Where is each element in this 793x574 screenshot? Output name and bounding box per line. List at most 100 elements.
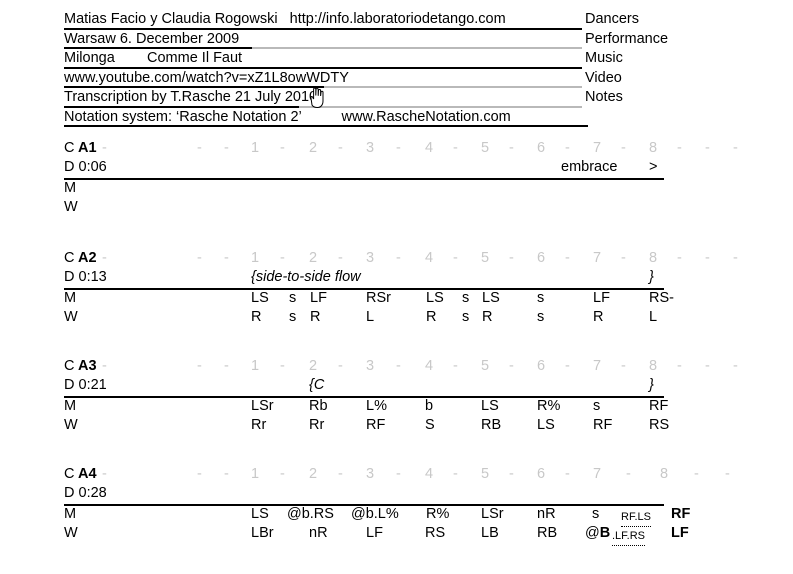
step-token: RS [649, 417, 670, 433]
header-row-music: Milonga Comme Il Faut Music [64, 50, 684, 70]
header-label-music: Music [585, 50, 623, 66]
step-token: s [289, 309, 297, 325]
header-notation-system-text[interactable]: Notation system: ‘Rasche Notation 2’ www… [64, 109, 511, 126]
measure-id-a4: A4 [78, 466, 97, 482]
ruler-trail-dash: - [705, 358, 710, 374]
header-video-url[interactable]: www.youtube.com/watch?v=xZ1L8owWDTY [64, 70, 349, 87]
step-token: LS [251, 506, 269, 522]
ruler-beat-8: 8 [649, 250, 658, 266]
ruler-trail-dash: - [733, 140, 738, 156]
measure-ruler-a2: C A2- - -1-2-3-4-5-6-7-8- - - [64, 250, 738, 269]
ruler-beat-5: 5 [481, 358, 490, 374]
step-token: R [593, 309, 604, 325]
ruler-trail-dash: - [705, 250, 710, 266]
duration-timestamp-a2: D 0:13 [64, 269, 107, 285]
ruler-dash: - [565, 250, 570, 266]
annotation: } [649, 269, 654, 285]
step-token: RF [366, 417, 386, 433]
ruler-beat-1: 1 [251, 358, 260, 374]
ruler-beat-1: 1 [251, 250, 260, 266]
step-token: LF [671, 525, 689, 541]
ruler-trail-dash: - [733, 250, 738, 266]
ruler-beat-8: 8 [649, 140, 658, 156]
step-token: .LF.RS [612, 528, 646, 546]
ruler-beat-7: 7 [593, 250, 602, 266]
ruler-dash: - [280, 358, 285, 374]
step-token: R [426, 309, 437, 325]
ruler-beat-6: 6 [537, 358, 546, 374]
count-label: C [64, 466, 75, 482]
step-token: s [462, 309, 470, 325]
step-token: RB [537, 525, 558, 541]
ruler-dash: - [280, 250, 285, 266]
man-row-a1: M [64, 180, 724, 199]
woman-row-a2: WRsRLRsRsRL [64, 309, 724, 328]
header-music-text: Milonga Comme Il Faut [64, 50, 243, 66]
step-token: RSr [366, 290, 391, 306]
ruler-beat-4: 4 [425, 466, 434, 482]
ruler-beat-3: 3 [366, 358, 375, 374]
ruler-dash: - [565, 466, 570, 482]
step-token: s [462, 290, 470, 306]
ruler-dash: - [396, 358, 401, 374]
header-rule-4a [64, 86, 324, 88]
ruler-beat-1: 1 [251, 466, 260, 482]
step-token: R [310, 309, 321, 325]
ruler-lead-dash: - [197, 140, 202, 156]
ruler-trail-dash: - [733, 358, 738, 374]
ruler-trail-dash: - [725, 466, 730, 482]
step-token: LS [481, 398, 499, 414]
ruler-beat-8: 8 [660, 466, 669, 482]
duration-line-a1: D 0:06 embrace > [64, 159, 724, 180]
step-token: LF [593, 290, 610, 306]
man-row-label: M [64, 398, 77, 414]
measure-ruler-a4: C A4- - -1-2-3-4-5-6-7-8- - [64, 466, 730, 485]
header-row-notes: Transcription by T.Rasche 21 July 2010 N… [64, 89, 684, 109]
dancers-url[interactable]: http://info.laboratoriodetango.com [278, 11, 506, 27]
ruler-lead-dash: - [197, 466, 202, 482]
step-token: RB [481, 417, 502, 433]
measure-ruler-a3: C A3- - -1-2-3-4-5-6-7-8- - - [64, 358, 738, 377]
ruler-dash: - [396, 140, 401, 156]
ruler-dash: - [509, 250, 514, 266]
ruler-dash: - [621, 250, 626, 266]
ruler-beat-6: 6 [537, 466, 546, 482]
ruler-dash: - [509, 358, 514, 374]
ruler-beat-6: 6 [537, 140, 546, 156]
count-label: C [64, 140, 75, 156]
ruler-lead-dash: - [102, 466, 107, 482]
ruler-beat-3: 3 [366, 250, 375, 266]
ruler-dash: - [621, 358, 626, 374]
duration-timestamp-a1: D 0:06 [64, 159, 107, 175]
ruler-beat-5: 5 [481, 466, 490, 482]
header-rule-5b [299, 105, 582, 108]
ruler-beat-3: 3 [366, 140, 375, 156]
ruler-dash: - [621, 140, 626, 156]
header-label-dancers: Dancers [585, 11, 639, 27]
ruler-lead-dash: - [224, 466, 229, 482]
annotation: > [649, 159, 658, 175]
step-token: @B [585, 525, 611, 541]
ruler-dash: - [453, 466, 458, 482]
step-token: LBr [251, 525, 274, 541]
man-row-a4: M LS @b.RS @b.L% R% LSr nR s RF.LS RF [64, 506, 724, 527]
man-row-a3: M LSr Rb L% b LS R% s RF [64, 398, 724, 417]
duration-timestamp-a3: D 0:21 [64, 377, 107, 393]
header-dancers-text: Matias Facio y Claudia Rogowski http://i… [64, 11, 506, 28]
ruler-dash: - [338, 250, 343, 266]
step-token: s [289, 290, 297, 306]
step-token: Rr [309, 417, 325, 433]
ruler-dash: - [509, 466, 514, 482]
step-token: s [592, 506, 600, 522]
ruler-lead-dash: - [102, 250, 107, 266]
woman-row-label: W [64, 309, 78, 325]
ruler-trail-dash: - [705, 140, 710, 156]
ruler-beat-5: 5 [481, 250, 490, 266]
header-row-performance: Warsaw 6. December 2009 Performance [64, 31, 684, 51]
man-row-label: M [64, 180, 77, 196]
ruler-lead-dash: - [224, 140, 229, 156]
ruler-trail-dash: - [677, 358, 682, 374]
header-rule-5a [64, 105, 299, 108]
measure-id-a1: A1 [78, 140, 97, 156]
woman-row-label: W [64, 417, 78, 433]
